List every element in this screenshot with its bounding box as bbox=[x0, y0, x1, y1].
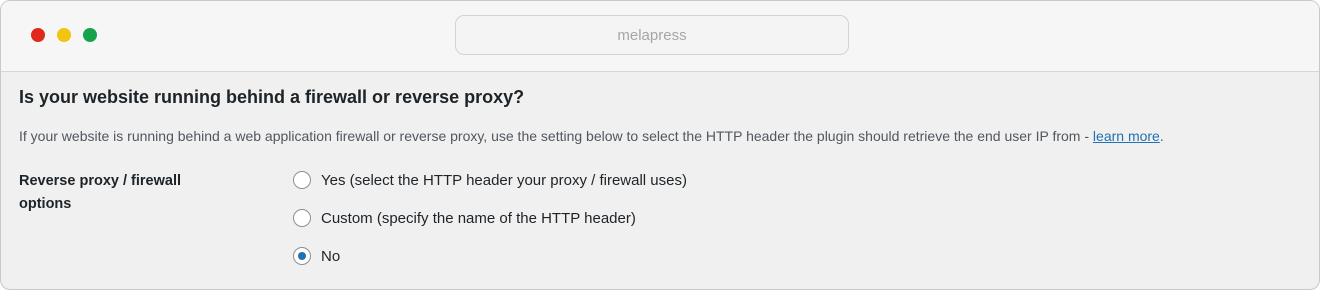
close-window-button[interactable] bbox=[31, 28, 45, 42]
option-custom[interactable]: Custom (specify the name of the HTTP hea… bbox=[293, 208, 1301, 228]
option-custom-label: Custom (specify the name of the HTTP hea… bbox=[321, 209, 636, 227]
title-bar: melapress bbox=[1, 1, 1319, 72]
option-yes-label: Yes (select the HTTP header your proxy /… bbox=[321, 171, 687, 189]
setting-label-line1: Reverse proxy / firewall bbox=[19, 173, 181, 189]
setting-label-line2: options bbox=[19, 196, 72, 212]
radio-custom[interactable] bbox=[293, 209, 311, 227]
browser-window: melapress Is your website running behind… bbox=[0, 0, 1320, 290]
address-bar-text: melapress bbox=[617, 26, 687, 44]
option-yes[interactable]: Yes (select the HTTP header your proxy /… bbox=[293, 170, 1301, 190]
learn-more-link[interactable]: learn more bbox=[1093, 128, 1160, 144]
radio-yes[interactable] bbox=[293, 171, 311, 189]
settings-section: Is your website running behind a firewal… bbox=[1, 85, 1319, 284]
option-no[interactable]: No bbox=[293, 246, 1301, 266]
address-bar[interactable]: melapress bbox=[455, 15, 849, 55]
section-heading: Is your website running behind a firewal… bbox=[19, 87, 525, 107]
maximize-window-button[interactable] bbox=[83, 28, 97, 42]
description-text: If your website is running behind a web … bbox=[19, 128, 1093, 144]
description-end: . bbox=[1159, 128, 1164, 144]
proxy-options-radio-group: Yes (select the HTTP header your proxy /… bbox=[293, 170, 1301, 284]
option-no-label: No bbox=[321, 247, 341, 265]
minimize-window-button[interactable] bbox=[57, 28, 71, 42]
proxy-setting-row: Reverse proxy / firewall options Yes (se… bbox=[19, 170, 1301, 284]
radio-no[interactable] bbox=[293, 247, 311, 265]
setting-label: Reverse proxy / firewall options bbox=[19, 170, 293, 284]
section-description: If your website is running behind a web … bbox=[19, 126, 1301, 146]
